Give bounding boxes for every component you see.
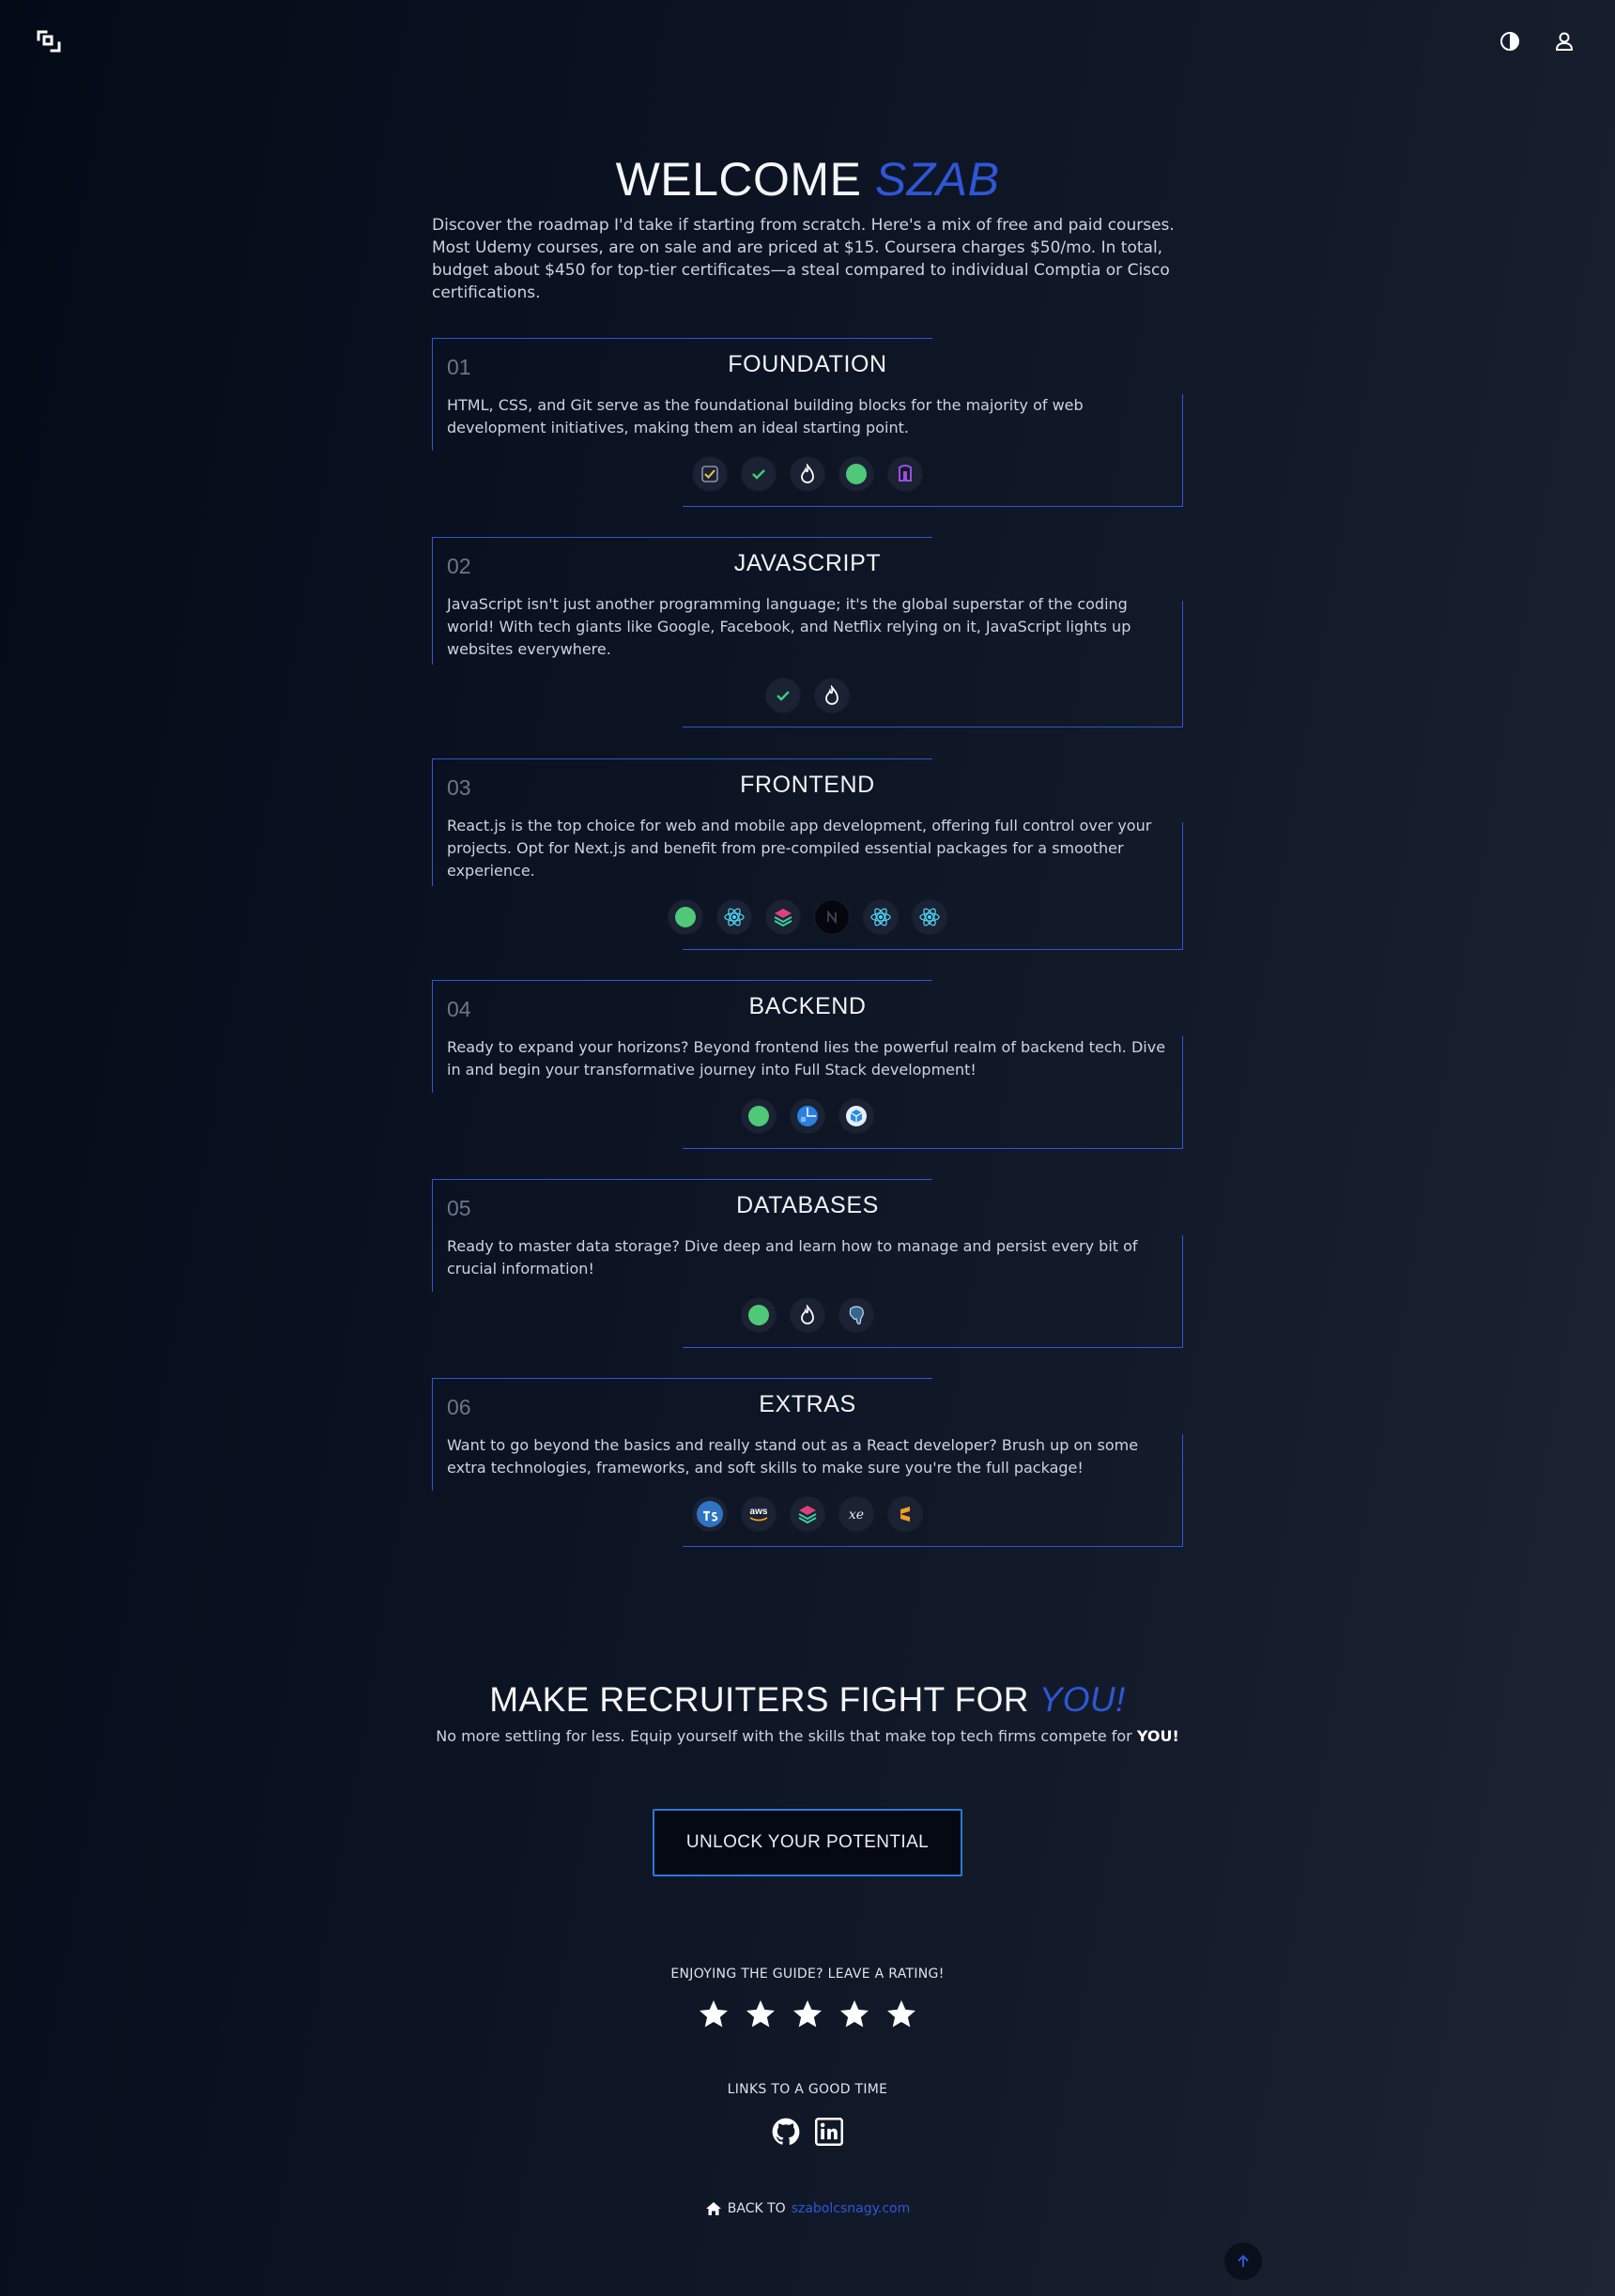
elephant-icon[interactable]	[839, 1298, 873, 1332]
svg-text:xe: xe	[849, 1508, 864, 1523]
cta-title-prefix: MAKE RECRUITERS FIGHT FOR	[489, 1680, 1029, 1719]
border-bottom	[683, 949, 1183, 950]
layers-icon[interactable]	[791, 1497, 824, 1531]
cube-icon[interactable]	[839, 1099, 873, 1133]
theme-toggle-icon[interactable]	[1497, 28, 1523, 54]
star-icon[interactable]	[838, 1998, 871, 2031]
section-icons: aws xe	[432, 1497, 1183, 1531]
cta-subtitle-text: No more settling for less. Equip yoursel…	[436, 1727, 1132, 1745]
section-description: Want to go beyond the basics and really …	[447, 1436, 1139, 1477]
back-link: BACK TO szabolcsnagy.com	[0, 2201, 1615, 2216]
border-top	[432, 980, 932, 981]
cta-title: MAKE RECRUITERS FIGHT FOR YOU!	[0, 1680, 1615, 1720]
page-title: WELCOME SZAB	[432, 150, 1183, 208]
hero: WELCOME SZAB Discover the roadmap I'd ta…	[432, 150, 1183, 304]
check-icon[interactable]	[742, 457, 776, 491]
section-card-extras: 06 EXTRAS Want to go beyond the basics a…	[432, 1378, 1183, 1547]
green-circle-icon[interactable]	[839, 457, 873, 491]
react-icon[interactable]	[864, 900, 898, 934]
react-icon[interactable]	[913, 900, 946, 934]
social-links	[0, 2118, 1615, 2146]
border-top	[432, 1378, 932, 1379]
svg-text:aws: aws	[750, 1507, 768, 1517]
layers-icon[interactable]	[766, 900, 800, 934]
flame-icon[interactable]	[791, 457, 824, 491]
section-description: Ready to expand your horizons? Beyond fr…	[447, 1038, 1166, 1079]
star-icon[interactable]	[697, 1998, 731, 2031]
cta-title-accent: YOU!	[1038, 1680, 1126, 1719]
scroll-to-top-button[interactable]	[1224, 2242, 1262, 2280]
intro-text: Discover the roadmap I'd take if startin…	[432, 216, 1175, 302]
star-rating	[0, 1998, 1615, 2031]
title-prefix: WELCOME	[615, 153, 862, 206]
section-icons	[432, 1298, 1183, 1332]
flame-icon[interactable]	[815, 679, 849, 712]
section-description: Ready to master data storage? Dive deep …	[447, 1237, 1138, 1278]
react-icon[interactable]	[717, 900, 751, 934]
section-description: JavaScript isn't just another programmin…	[447, 595, 1131, 658]
logo-icon[interactable]	[36, 28, 62, 54]
home-icon	[705, 2202, 721, 2215]
section-title: BACKEND	[748, 993, 867, 1019]
user-name: SZAB	[874, 153, 1000, 206]
cta-section: MAKE RECRUITERS FIGHT FOR YOU! No more s…	[0, 1680, 1615, 1745]
purple-shield-icon[interactable]	[888, 457, 922, 491]
star-icon[interactable]	[791, 1998, 824, 2031]
flame-icon[interactable]	[791, 1298, 824, 1332]
typescript-icon[interactable]	[693, 1497, 727, 1531]
user-icon[interactable]	[1551, 28, 1577, 54]
border-bottom	[683, 506, 1183, 507]
star-icon[interactable]	[884, 1998, 918, 2031]
unlock-potential-button[interactable]: UNLOCK YOUR POTENTIAL	[653, 1809, 962, 1876]
xe-icon[interactable]: xe	[839, 1497, 873, 1531]
linkedin-icon[interactable]	[815, 2118, 843, 2146]
section-card-foundation: 01 FOUNDATION HTML, CSS, and Git serve a…	[432, 338, 1183, 507]
github-icon[interactable]	[772, 2118, 800, 2146]
section-title: DATABASES	[736, 1192, 879, 1218]
check-icon[interactable]	[766, 679, 800, 712]
section-description: React.js is the top choice for web and m…	[447, 817, 1152, 880]
section-card-frontend: 03 FRONTEND React.js is the top choice f…	[432, 758, 1183, 950]
section-icons	[432, 1099, 1183, 1133]
section-title: FRONTEND	[740, 772, 875, 798]
green-circle-icon[interactable]	[742, 1298, 776, 1332]
section-title: JAVASCRIPT	[733, 550, 882, 576]
cta-subtitle-bold: YOU!	[1136, 1727, 1179, 1745]
border-bottom	[683, 1347, 1183, 1348]
border-bottom	[683, 1546, 1183, 1547]
border-top	[432, 1179, 932, 1180]
border-bottom	[683, 1148, 1183, 1149]
back-site-link[interactable]: szabolcsnagy.com	[792, 2201, 911, 2216]
green-circle-icon[interactable]	[669, 900, 702, 934]
star-icon[interactable]	[744, 1998, 777, 2031]
links-label: LINKS TO A GOOD TIME	[727, 2082, 888, 2097]
border-top	[432, 537, 932, 538]
section-icons	[432, 679, 1183, 712]
section-card-javascript: 02 JAVASCRIPT JavaScript isn't just anot…	[432, 537, 1183, 727]
section-icons	[432, 457, 1183, 491]
section-card-backend: 04 BACKEND Ready to expand your horizons…	[432, 980, 1183, 1149]
border-top	[432, 758, 932, 759]
section-title: FOUNDATION	[728, 351, 887, 377]
section-title: EXTRAS	[759, 1391, 856, 1417]
aws-icon[interactable]: aws	[742, 1497, 776, 1531]
nextjs-icon[interactable]	[815, 900, 849, 934]
cta-subtitle: No more settling for less. Equip yoursel…	[0, 1727, 1615, 1745]
arrow-up-icon	[1238, 2255, 1249, 2267]
rating-label: ENJOYING THE GUIDE? LEAVE A RATING!	[670, 1967, 945, 1982]
section-description: HTML, CSS, and Git serve as the foundati…	[447, 396, 1084, 436]
back-text: BACK TO	[727, 2201, 786, 2216]
sublime-icon[interactable]	[888, 1497, 922, 1531]
checklist-icon[interactable]	[693, 457, 727, 491]
green-circle-icon[interactable]	[742, 1099, 776, 1133]
blue-grid-icon[interactable]	[791, 1099, 824, 1133]
section-icons	[432, 900, 1183, 934]
border-top	[432, 338, 932, 339]
section-card-databases: 05 DATABASES Ready to master data storag…	[432, 1179, 1183, 1348]
